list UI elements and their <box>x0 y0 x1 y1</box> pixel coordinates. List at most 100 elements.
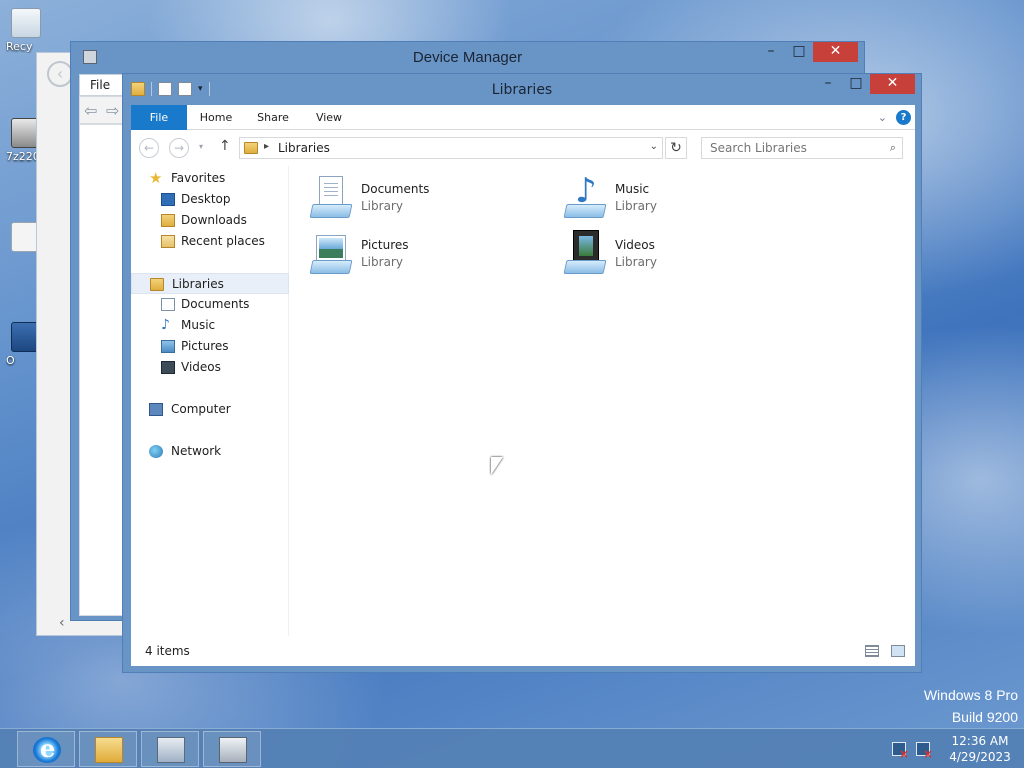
forward-button[interactable]: → <box>169 138 189 158</box>
nav-item-recent-places[interactable]: Recent places <box>131 231 289 252</box>
music-library-icon: ♪ <box>561 174 609 222</box>
expand-ribbon-icon[interactable]: ⌄ <box>878 111 887 124</box>
nav-item-pictures[interactable]: Pictures <box>131 336 289 357</box>
address-bar[interactable]: ▸ Libraries ⌄ <box>239 137 663 159</box>
breadcrumb-separator-icon[interactable]: ▸ <box>264 141 269 152</box>
taskbar-app[interactable] <box>203 731 261 767</box>
nav-item-label: Pictures <box>181 339 229 353</box>
file-explorer-icon <box>95 737 123 763</box>
close-button[interactable]: ✕ <box>813 42 858 62</box>
library-item-name: Pictures <box>361 238 409 252</box>
library-item-documents[interactable]: Documents Library <box>307 174 547 224</box>
device-manager-icon <box>157 737 185 763</box>
maximize-button[interactable]: □ <box>785 42 813 62</box>
content-area: ★ Favorites Desktop Downloads Recent pla… <box>131 166 915 666</box>
nav-item-desktop[interactable]: Desktop <box>131 189 289 210</box>
refresh-button[interactable]: ↻ <box>665 137 687 159</box>
libraries-title: Libraries <box>491 82 553 98</box>
clock-time: 12:36 AM <box>951 734 1009 748</box>
libraries-window[interactable]: ▾ Libraries – □ ✕ File Home Share View ⌄… <box>122 73 922 673</box>
ribbon: File Home Share View ⌄ ? <box>131 105 915 130</box>
libraries-icon <box>150 278 164 291</box>
libraries-titlebar[interactable]: ▾ Libraries – □ ✕ <box>123 74 921 106</box>
recent-locations-icon[interactable]: ▾ <box>199 142 203 151</box>
watermark-edition: Windows 8 Pro <box>923 687 1018 703</box>
status-bar: 4 items <box>131 636 915 666</box>
navigation-pane: ★ Favorites Desktop Downloads Recent pla… <box>131 166 289 636</box>
nav-item-label: Music <box>181 318 216 332</box>
mouse-cursor-icon <box>491 457 503 475</box>
nav-item-downloads[interactable]: Downloads <box>131 210 289 231</box>
chevron-down-icon[interactable]: ⌄ <box>650 141 658 152</box>
device-manager-titlebar[interactable]: Device Manager – □ ✕ <box>71 42 864 74</box>
computer-icon <box>149 403 163 416</box>
nav-item-music[interactable]: ♪ Music <box>131 315 289 336</box>
details-view-icon[interactable] <box>865 645 879 657</box>
search-input[interactable] <box>702 138 872 158</box>
desktop-icon <box>161 193 175 206</box>
nav-item-label: Documents <box>181 297 250 311</box>
navigation-bar: ← → ▾ ↑ ▸ Libraries ⌄ ↻ ⌕ <box>131 130 915 166</box>
library-item-type: Library <box>615 255 657 269</box>
tab-home[interactable]: Home <box>193 105 239 130</box>
up-button[interactable]: ↑ <box>219 138 231 154</box>
large-icons-view-icon[interactable] <box>891 645 905 657</box>
nav-item-label: Videos <box>181 360 221 374</box>
pictures-icon <box>161 340 175 353</box>
videos-library-icon <box>561 230 609 278</box>
tab-share[interactable]: Share <box>251 105 295 130</box>
tab-file[interactable]: File <box>131 105 187 130</box>
recent-places-icon <box>161 235 175 248</box>
item-count: 4 items <box>145 644 190 658</box>
pictures-library-icon <box>307 230 355 278</box>
library-item-type: Library <box>361 255 403 269</box>
libraries-icon <box>244 142 258 154</box>
help-icon[interactable]: ? <box>896 110 911 125</box>
close-button[interactable]: ✕ <box>870 74 915 94</box>
recycle-bin-icon <box>11 8 41 38</box>
minimize-button[interactable]: – <box>814 74 842 94</box>
clock[interactable]: 12:36 AM 4/29/2023 <box>940 733 1020 765</box>
breadcrumb[interactable]: Libraries <box>278 141 330 155</box>
volume-muted-icon[interactable] <box>916 742 933 761</box>
watermark-build: Build 9200 <box>951 709 1018 725</box>
library-item-name: Documents <box>361 182 430 196</box>
library-item-music[interactable]: ♪ Music Library <box>561 174 801 224</box>
documents-icon <box>161 298 175 311</box>
taskbar-device-manager[interactable] <box>141 731 199 767</box>
nav-item-favorites[interactable]: ★ Favorites <box>131 168 289 189</box>
library-item-videos[interactable]: Videos Library <box>561 230 801 280</box>
back-arrow-icon[interactable]: ⇦ <box>84 101 97 120</box>
forward-arrow-icon[interactable]: ⇨ <box>106 101 119 120</box>
nav-item-label: Recent places <box>181 234 265 248</box>
nav-item-label: Computer <box>171 402 231 416</box>
maximize-button[interactable]: □ <box>842 74 870 94</box>
search-box[interactable]: ⌕ <box>701 137 903 159</box>
minimize-button[interactable]: – <box>757 42 785 62</box>
nav-item-label: Network <box>171 444 222 458</box>
nav-item-label: Downloads <box>181 213 247 227</box>
back-button[interactable]: ← <box>139 138 159 158</box>
taskbar-file-explorer[interactable] <box>79 731 137 767</box>
network-status-icon[interactable] <box>892 742 909 761</box>
nav-item-computer[interactable]: Computer <box>131 399 289 420</box>
nav-item-videos[interactable]: Videos <box>131 357 289 378</box>
menu-file[interactable]: File <box>90 78 110 92</box>
videos-icon <box>161 361 175 374</box>
library-item-type: Library <box>615 199 657 213</box>
taskbar: 12:36 AM 4/29/2023 <box>0 728 1024 768</box>
tab-view[interactable]: View <box>307 105 351 130</box>
nav-item-libraries[interactable]: Libraries <box>131 273 289 294</box>
taskbar-internet-explorer[interactable] <box>17 731 75 767</box>
nav-item-network[interactable]: Network <box>131 441 289 462</box>
downloads-icon <box>161 214 175 227</box>
network-icon <box>149 445 163 458</box>
search-icon[interactable]: ⌕ <box>890 141 896 155</box>
internet-explorer-icon <box>33 734 61 763</box>
nav-item-label: Favorites <box>171 171 226 185</box>
nav-item-documents[interactable]: Documents <box>131 294 289 315</box>
desktop-icon-recycle-bin[interactable]: Recy <box>6 8 46 53</box>
scroll-left-icon[interactable]: ‹ <box>59 615 65 631</box>
library-item-pictures[interactable]: Pictures Library <box>307 230 547 280</box>
clock-date: 4/29/2023 <box>949 750 1011 764</box>
